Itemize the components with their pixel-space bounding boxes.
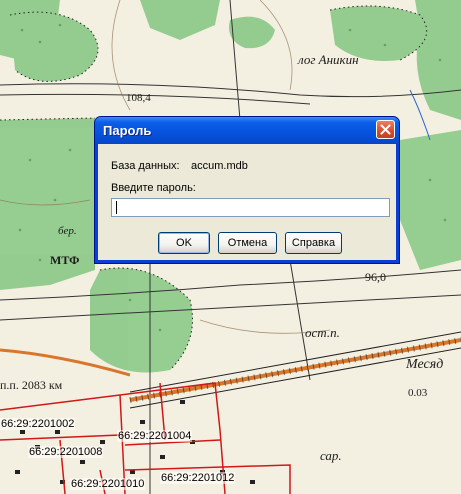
database-value: accum.mdb: [191, 160, 248, 172]
dialog-title: Пароль: [103, 123, 152, 138]
help-button[interactable]: Справка: [285, 232, 342, 254]
map-label-height-96: 96,0: [365, 270, 386, 284]
cancel-button[interactable]: Отмена: [218, 232, 277, 254]
database-label: База данных:: [111, 160, 180, 172]
parcel-label: 66:29:2201012: [160, 472, 236, 484]
parcel-label: 66:29:2201010: [70, 478, 146, 490]
close-icon: [380, 124, 391, 135]
map-label-berez: бер.: [58, 225, 77, 237]
parcel-label: 66:29:2201002: [0, 418, 76, 430]
password-prompt: Введите пароль:: [111, 182, 196, 194]
map-label-ost-p: ост.п.: [305, 325, 340, 340]
parcel-label: 66:29:2201008: [28, 446, 104, 458]
dialog-titlebar[interactable]: Пароль: [95, 117, 399, 144]
text-caret: [116, 201, 117, 214]
password-dialog: Пароль База данных: accum.mdb Введите па…: [94, 116, 400, 264]
map-label-sar: сар.: [320, 448, 342, 463]
map-label-km: п.п. 2083 км: [0, 378, 63, 392]
password-input[interactable]: [111, 198, 390, 217]
parcel-label: 66:29:2201004: [117, 430, 193, 442]
map-label-depth: 0.03: [408, 387, 428, 399]
map-label-height-108: 108,4: [126, 92, 151, 104]
close-button[interactable]: [376, 120, 395, 139]
map-label-mesyad: Месяд: [406, 357, 444, 372]
dialog-body: База данных: accum.mdb Введите пароль: O…: [98, 144, 396, 260]
map-label-mtf: МТФ: [50, 253, 80, 267]
ok-button[interactable]: OK: [158, 232, 210, 254]
map-label-anikina: лог Аникин: [298, 52, 359, 67]
